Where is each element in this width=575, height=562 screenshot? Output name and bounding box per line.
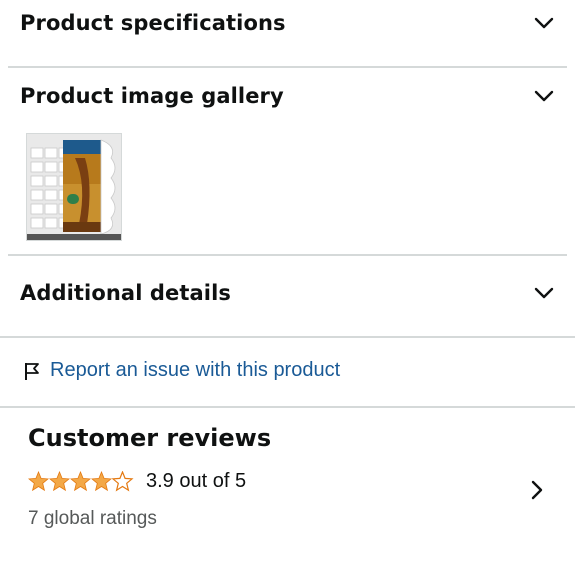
product-image-gallery-row[interactable]: Product image gallery xyxy=(0,77,575,115)
customer-reviews-heading: Customer reviews xyxy=(28,424,272,452)
product-image-gallery-title: Product image gallery xyxy=(20,84,284,108)
chevron-down-icon xyxy=(533,286,555,300)
divider xyxy=(8,254,567,256)
report-issue-label: Report an issue with this product xyxy=(50,359,341,381)
product-packaging-image xyxy=(27,134,121,240)
product-gallery-thumbnail[interactable] xyxy=(26,133,122,241)
divider xyxy=(0,406,575,408)
divider xyxy=(8,66,567,68)
additional-details-title: Additional details xyxy=(20,281,231,305)
divider xyxy=(0,336,575,338)
rating-summary[interactable]: 3.9 out of 5 xyxy=(28,470,246,493)
report-issue-link[interactable]: Report an issue with this product xyxy=(24,359,340,382)
additional-details-row[interactable]: Additional details xyxy=(0,274,575,312)
chevron-down-icon xyxy=(533,16,555,30)
chevron-right-icon[interactable] xyxy=(530,479,544,501)
star-rating xyxy=(28,470,134,493)
product-specifications-row[interactable]: Product specifications xyxy=(0,4,575,42)
rating-text: 3.9 out of 5 xyxy=(146,470,247,492)
global-ratings-count: 7 global ratings xyxy=(28,508,157,529)
chevron-down-icon xyxy=(533,89,555,103)
flag-icon xyxy=(24,361,40,381)
star-rating-icon xyxy=(28,470,133,491)
product-specifications-title: Product specifications xyxy=(20,11,286,35)
